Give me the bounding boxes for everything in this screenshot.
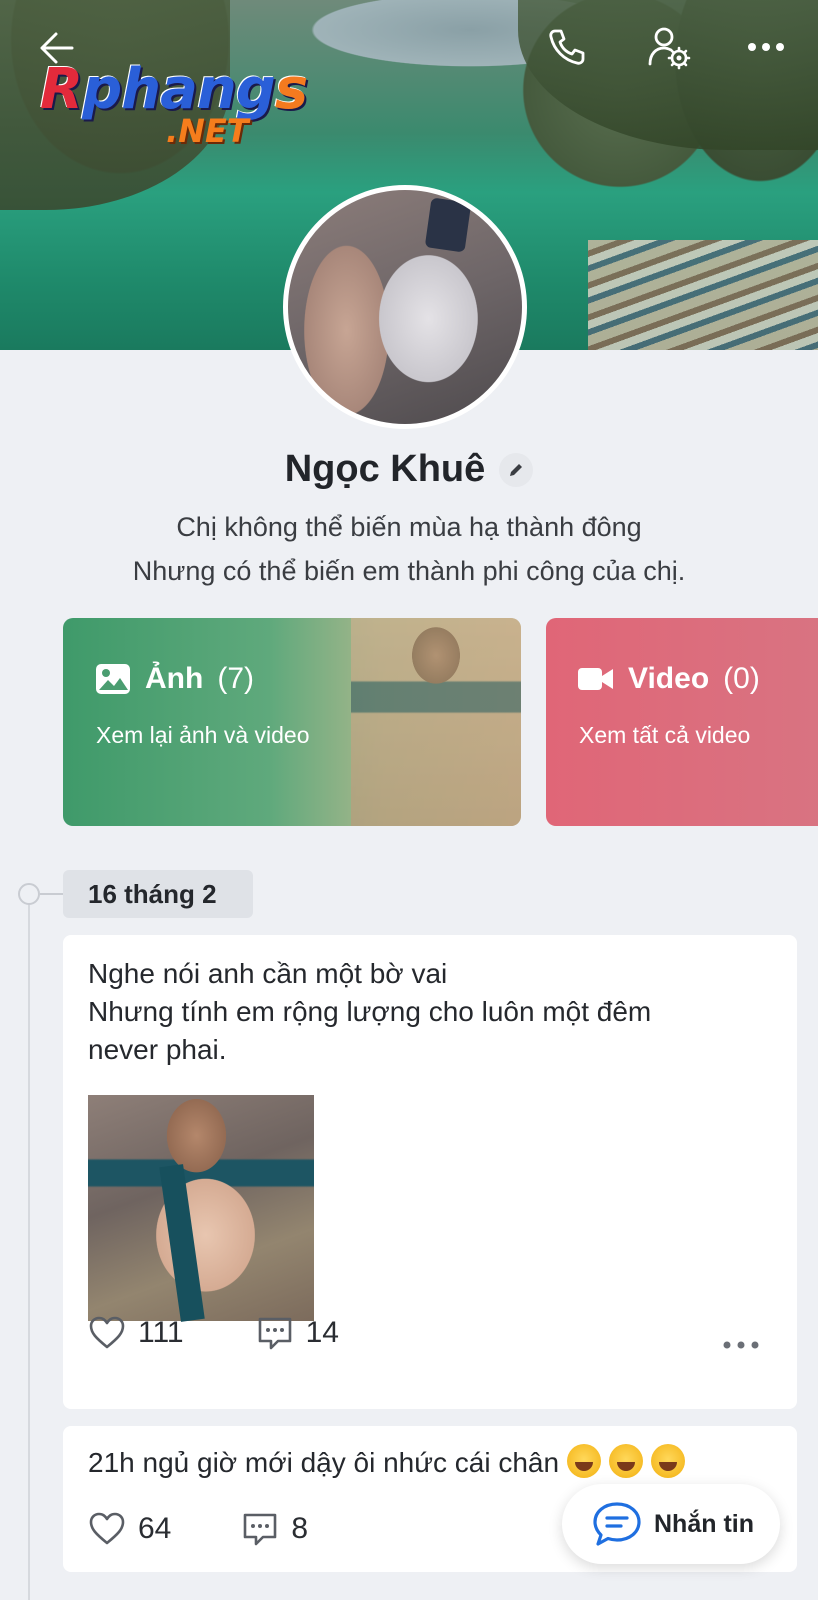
like-count: 111 [138, 1316, 184, 1349]
edit-name-button[interactable] [499, 452, 534, 487]
laughing-emoji-icon [567, 1444, 602, 1478]
avatar-phone-detail [424, 197, 472, 253]
timeline-date: 16 tháng 2 [63, 870, 253, 918]
laughing-emoji-icon [651, 1444, 686, 1478]
profile-name-row: Ngọc Khuê [0, 448, 818, 491]
comment-button[interactable]: 8 [241, 1511, 308, 1547]
photos-card-title: Ảnh [145, 662, 204, 695]
pencil-icon [510, 463, 523, 476]
profile-name: Ngọc Khuê [284, 448, 486, 490]
bio-line-1: Chị không thể biến mùa hạ thành đông [176, 512, 642, 542]
timeline-connector [40, 893, 64, 895]
comment-count: 8 [291, 1512, 309, 1545]
image-icon [96, 664, 130, 694]
post-text-line: never phai. [88, 1034, 227, 1065]
video-camera-icon [578, 668, 613, 690]
like-button[interactable]: 111 [88, 1316, 184, 1350]
timeline-dot [18, 883, 40, 905]
videos-card-header: Video (0) [578, 662, 760, 696]
more-dots-icon [748, 43, 784, 51]
back-button[interactable] [34, 26, 78, 70]
phone-icon [549, 29, 585, 65]
comment-icon [258, 1317, 291, 1350]
cover-boats [588, 240, 818, 350]
call-button[interactable] [544, 24, 590, 70]
post-text-line: Nghe nói anh cần một bờ vai [88, 958, 448, 989]
laughing-emoji-icon [609, 1444, 644, 1478]
post-card[interactable]: Nghe nói anh cần một bờ vai Nhưng tính e… [63, 935, 797, 1409]
post-text: Nghe nói anh cần một bờ vai Nhưng tính e… [88, 955, 768, 1069]
videos-card-count: (0) [723, 662, 760, 695]
videos-card[interactable]: Video (0) Xem tất cả video [546, 618, 818, 826]
watermark-main: Rphangs [40, 57, 308, 122]
post-actions: 111 14 [88, 1315, 339, 1351]
heart-icon [89, 1512, 125, 1545]
like-button[interactable]: 64 [88, 1512, 171, 1546]
post-image[interactable] [88, 1095, 314, 1322]
message-button[interactable]: Nhắn tin [562, 1484, 780, 1564]
comment-icon [244, 1513, 277, 1546]
post-text: 21h ngủ giờ mới dậy ôi nhức cái chân [88, 1444, 768, 1482]
avatar[interactable] [283, 185, 527, 429]
back-arrow-icon [40, 32, 74, 64]
photos-card[interactable]: Ảnh (7) Xem lại ảnh và video [63, 618, 521, 826]
videos-card-subtitle: Xem tất cả video [579, 722, 751, 748]
photos-card-preview [351, 618, 521, 826]
photos-card-count: (7) [217, 662, 254, 695]
videos-card-title: Video [628, 662, 710, 695]
watermark-logo: Rphangs .NET [40, 60, 308, 152]
photos-card-subtitle: Xem lại ảnh và video [96, 722, 310, 748]
more-options-button[interactable] [744, 30, 788, 64]
post-actions: 64 8 [88, 1511, 308, 1547]
profile-settings-button[interactable] [644, 22, 694, 72]
like-count: 64 [138, 1512, 172, 1545]
photos-card-header: Ảnh (7) [95, 662, 254, 696]
chat-bubble-icon [593, 1502, 641, 1546]
timeline-line [28, 895, 30, 1600]
post-image-detail [159, 1164, 205, 1322]
user-gear-icon [648, 27, 691, 70]
bio-line-2: Nhưng có thể biến em thành phi công của … [132, 556, 686, 586]
post-more-icon[interactable] [721, 1335, 761, 1355]
heart-icon [89, 1316, 125, 1349]
comment-button[interactable]: 14 [256, 1315, 339, 1351]
profile-bio: Chị không thể biến mùa hạ thành đông Như… [0, 505, 818, 593]
post-text-line: Nhưng tính em rộng lượng cho luôn một đê… [88, 996, 652, 1027]
post-text-line: 21h ngủ giờ mới dậy ôi nhức cái chân [88, 1447, 560, 1478]
message-button-label: Nhắn tin [654, 1509, 754, 1538]
watermark-sub: .NET [166, 112, 249, 150]
comment-count: 14 [305, 1316, 339, 1349]
